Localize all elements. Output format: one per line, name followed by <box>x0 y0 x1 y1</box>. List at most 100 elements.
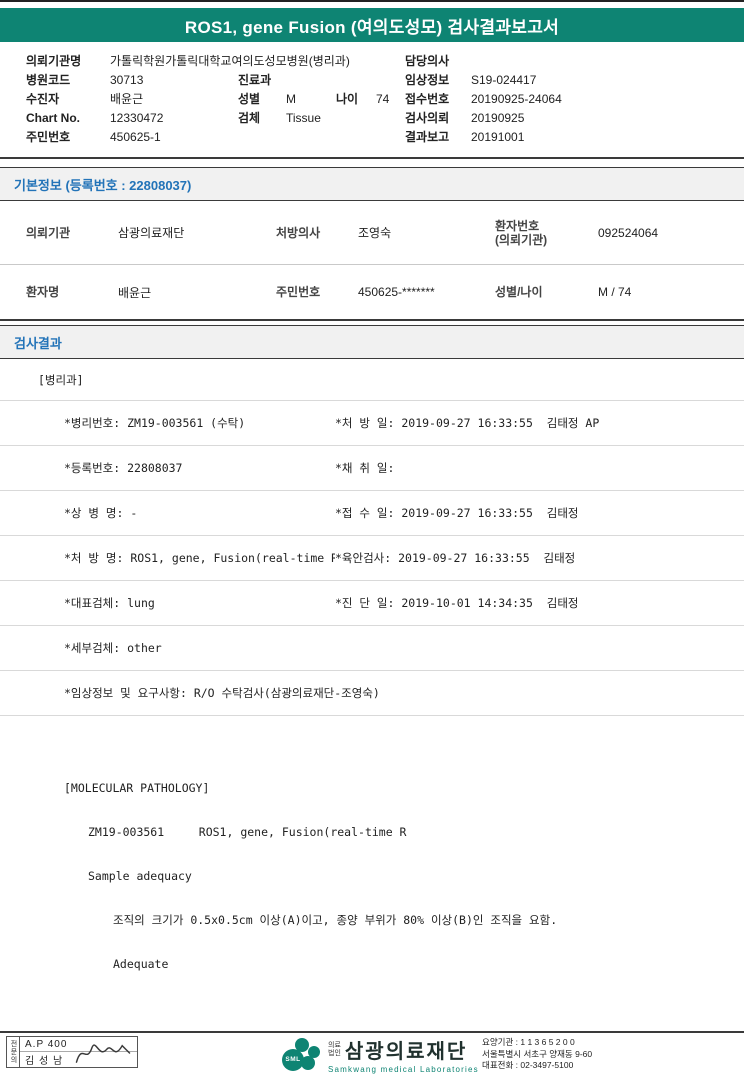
cell-label-patient-no-line1: 환자번호 <box>495 219 539 233</box>
field-value-department <box>286 71 405 90</box>
signature <box>71 1038 135 1068</box>
lab-name-korean: 삼광의료재단 <box>345 1035 467 1064</box>
report-title-bar: ROS1, gene Fusion (여의도성모) 검사결과보고서 <box>0 8 744 42</box>
field-label-report-date: 결과보고 <box>405 128 471 147</box>
field-label-department: 진료과 <box>238 71 286 90</box>
lab-name-block: 의료 법인 삼광의료재단 Samkwang medical Laboratori… <box>328 1035 479 1074</box>
table-row: *대표검체: lung *진 단 일: 2019-10-01 14:34:35 … <box>0 581 744 626</box>
lab-name-english: Samkwang medical Laboratories <box>328 1065 479 1074</box>
table-row: *상 병 명: - *접 수 일: 2019-09-27 16:33:55 김태… <box>0 491 744 536</box>
table-row: *병리번호: ZM19-003561 (수탁) *처 방 일: 2019-09-… <box>0 401 744 446</box>
cell-value-prescribing-doctor: 조영숙 <box>358 224 495 241</box>
report-body: [MOLECULAR PATHOLOGY] ZM19-003561 ROS1, … <box>0 766 744 986</box>
sml-logo-icon: SML <box>278 1037 324 1073</box>
field-value-patient: 배윤근 <box>110 90 238 109</box>
table-row: *세부검체: other <box>0 626 744 671</box>
table-row: 의뢰기관 삼광의료재단 처방의사 조영숙 환자번호 (의뢰기관) 0925240… <box>0 201 744 265</box>
cell-label-patient-no-line2: (의뢰기관) <box>495 233 547 247</box>
section-basic-info-title: 기본정보 (등록번호 : 22808037) <box>14 175 191 194</box>
report-line-section: [MOLECULAR PATHOLOGY] <box>0 766 744 810</box>
field-value-specimen: Tissue <box>286 109 405 128</box>
field-label-accession-no: 접수번호 <box>405 90 471 109</box>
cell-value-sex-age: M / 74 <box>598 285 744 299</box>
field-value-sex: M <box>286 90 336 109</box>
report-line-adequate: Adequate <box>0 942 744 986</box>
contact-address: 서울특별시 서초구 양재동 9-60 <box>482 1049 592 1061</box>
field-label-requesting-org: 의뢰기관명 <box>26 52 110 71</box>
header-row-5: 주민번호 450625-1 결과보고 20191001 <box>26 128 718 147</box>
cell-label-prescribing-doctor: 처방의사 <box>276 226 358 240</box>
field-value-report-date: 20191001 <box>471 128 718 147</box>
detail-gross-exam: *육안검사: 2019-09-27 16:33:55 김태정 <box>335 550 744 566</box>
section-results: 검사결과 <box>0 325 744 359</box>
report-line-criteria: 조직의 크기가 0.5x0.5cm 이상(A)이고, 종양 부위가 80% 이상… <box>0 898 744 942</box>
field-label-sex: 성별 <box>238 90 286 109</box>
section-basic-info: 기본정보 (등록번호 : 22808037) <box>0 167 744 201</box>
cell-label-resident-no: 주민번호 <box>276 285 358 299</box>
table-row: *처 방 명: ROS1, gene, Fusion(real-time RT-… <box>0 536 744 581</box>
detail-collection-date: *채 취 일: <box>335 460 744 476</box>
detail-order-date: *처 방 일: 2019-09-27 16:33:55 김태정 AP <box>335 415 744 431</box>
field-value-age: 74 <box>376 90 405 109</box>
cell-label-patient-no: 환자번호 (의뢰기관) <box>495 219 598 247</box>
org-type-line1: 의료 <box>328 1042 341 1049</box>
field-label-resident-no: 주민번호 <box>26 128 110 147</box>
field-value-hospital-code: 30713 <box>110 71 238 90</box>
footer: 전문의 A.P 400 김 성 남 SML <box>0 1031 744 1071</box>
stamp-side-label: 전문의 <box>7 1037 20 1067</box>
field-label-doctor-in-charge: 담당의사 <box>405 52 471 71</box>
pathologist-stamp-box: 전문의 A.P 400 김 성 남 <box>6 1036 138 1068</box>
detail-diagnosis-name: *상 병 명: - <box>64 505 335 521</box>
detail-main-specimen: *대표검체: lung <box>64 595 335 611</box>
report-line-sample-adequacy: Sample adequacy <box>0 854 744 898</box>
section-results-title: 검사결과 <box>14 333 62 352</box>
field-value-clinical-info: S19-024417 <box>471 71 718 90</box>
cell-value-requesting-org: 삼광의료재단 <box>118 224 276 241</box>
header-row-4: Chart No. 12330472 검체 Tissue 검사의뢰 201909… <box>26 109 718 128</box>
field-label-hospital-code: 병원코드 <box>26 71 110 90</box>
detail-order-name: *처 방 명: ROS1, gene, Fusion(real-time RT-… <box>64 550 335 566</box>
department-row: [병리과] <box>0 359 744 401</box>
sml-monogram: SML <box>281 1056 305 1063</box>
header-row-1: 의뢰기관명 가톨릭학원가톨릭대학교여의도성모병원(병리과) 담당의사 <box>26 52 718 71</box>
lab-contact-block: 요양기관 : 1 1 3 6 5 2 0 0 서울특별시 서초구 양재동 9-6… <box>482 1037 592 1072</box>
detail-clinical-request: *임상정보 및 요구사항: R/O 수탁검사(삼광의료재단-조영숙) <box>64 685 744 701</box>
field-label-request-date: 검사의뢰 <box>405 109 471 128</box>
field-value-requesting-org: 가톨릭학원가톨릭대학교여의도성모병원(병리과) <box>110 52 405 71</box>
report-line-test: ZM19-003561 ROS1, gene, Fusion(real-time… <box>0 810 744 854</box>
table-row: *등록번호: 22808037 *채 취 일: <box>0 446 744 491</box>
cell-label-patient-name: 환자명 <box>26 285 118 299</box>
contact-institution-no: 요양기관 : 1 1 3 6 5 2 0 0 <box>482 1037 592 1049</box>
patient-header: 의뢰기관명 가톨릭학원가톨릭대학교여의도성모병원(병리과) 담당의사 병원코드 … <box>0 42 744 159</box>
detail-pathology-no: *병리번호: ZM19-003561 (수탁) <box>64 415 335 431</box>
header-row-2: 병원코드 30713 진료과 임상정보 S19-024417 <box>26 71 718 90</box>
org-type-line2: 법인 <box>328 1050 341 1057</box>
cell-value-patient-no: 092524064 <box>598 226 744 240</box>
report-page: ROS1, gene Fusion (여의도성모) 검사결과보고서 의뢰기관명 … <box>0 0 744 1071</box>
contact-phone: 대표전화 : 02-3497-5100 <box>482 1060 592 1072</box>
field-value-request-date: 20190925 <box>471 109 718 128</box>
lab-logo-group: SML 의료 법인 삼광의료재단 Samkwang medical Labora… <box>278 1035 479 1074</box>
cell-label-sex-age: 성별/나이 <box>495 285 598 299</box>
field-label-patient: 수진자 <box>26 90 110 109</box>
detail-registration-no: *등록번호: 22808037 <box>64 460 335 476</box>
detail-sub-specimen: *세부검체: other <box>64 640 335 656</box>
field-label-chart-no: Chart No. <box>26 109 110 128</box>
field-value-doctor-in-charge <box>471 52 718 71</box>
basic-info-table: 의뢰기관 삼광의료재단 처방의사 조영숙 환자번호 (의뢰기관) 0925240… <box>0 201 744 321</box>
header-row-3: 수진자 배윤근 성별 M 나이 74 접수번호 20190925-24064 <box>26 90 718 109</box>
stamp-main: A.P 400 김 성 남 <box>20 1037 137 1067</box>
detail-receipt-date: *접 수 일: 2019-09-27 16:33:55 김태정 <box>335 505 744 521</box>
field-value-resident-no: 450625-1 <box>110 128 405 147</box>
stamp-specialist-label: 전문의 <box>8 1040 18 1064</box>
table-row: *임상정보 및 요구사항: R/O 수탁검사(삼광의료재단-조영숙) <box>0 671 744 716</box>
detail-diagnosis-date: *진 단 일: 2019-10-01 14:34:35 김태정 <box>335 595 744 611</box>
cell-value-resident-no: 450625-******* <box>358 285 495 299</box>
report-title: ROS1, gene Fusion (여의도성모) 검사결과보고서 <box>185 13 559 38</box>
field-label-specimen: 검체 <box>238 109 286 128</box>
field-label-age: 나이 <box>336 90 376 109</box>
result-detail-table: *병리번호: ZM19-003561 (수탁) *처 방 일: 2019-09-… <box>0 401 744 716</box>
field-value-chart-no: 12330472 <box>110 109 238 128</box>
org-type-label: 의료 법인 <box>328 1042 341 1058</box>
field-label-clinical-info: 임상정보 <box>405 71 471 90</box>
